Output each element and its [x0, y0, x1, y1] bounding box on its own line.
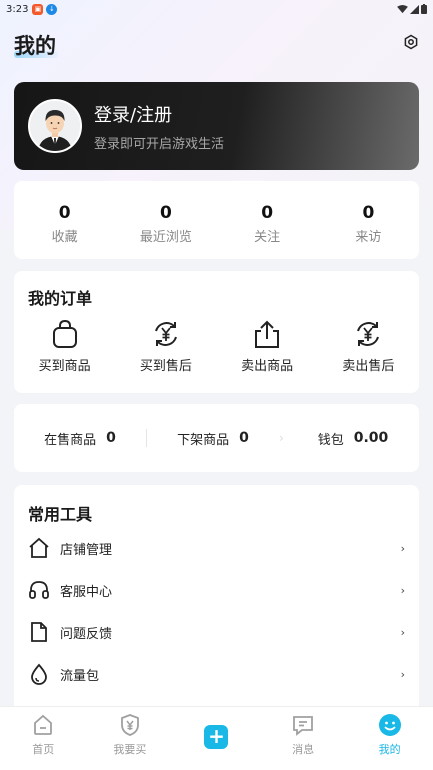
document-icon: [31, 622, 47, 642]
stat-label: 来访: [355, 230, 382, 245]
stat-value: 0: [159, 203, 172, 223]
tool-store-management[interactable]: 店铺管理 ›: [28, 533, 405, 563]
order-sold-aftersale[interactable]: 卖出售后: [318, 319, 419, 374]
on-sale-label: 在售商品: [44, 432, 97, 448]
off-shelf-label: 下架商品: [177, 432, 230, 448]
tab-label: 首页: [32, 743, 55, 756]
message-icon: [293, 716, 313, 736]
wallet-amount: 0.00: [353, 430, 389, 446]
stat-value: 0: [58, 203, 71, 223]
stat-label: 最近浏览: [139, 230, 192, 245]
order-label: 买到商品: [38, 359, 91, 374]
bottom-tab-bar: 首页 我要买 + 消息 我的: [0, 706, 433, 770]
app-notification-icon: ▣: [32, 3, 44, 15]
login-title[interactable]: 登录/注册: [94, 101, 224, 127]
chevron-right-icon: ›: [400, 625, 405, 639]
avatar[interactable]: [28, 99, 82, 153]
login-card[interactable]: 登录/注册 登录即可开启游戏生活: [14, 82, 419, 170]
order-bought-items[interactable]: 买到商品: [14, 319, 115, 374]
orders-card: 我的订单 买到商品 买到售后 卖出商品 卖出售后: [14, 271, 419, 393]
tab-label: 我的: [378, 743, 401, 756]
tab-publish[interactable]: +: [173, 707, 260, 770]
off-shelf-count: 0: [239, 430, 249, 446]
chevron-right-icon: ›: [400, 583, 405, 597]
headset-icon: [29, 581, 49, 599]
settings-icon[interactable]: [403, 34, 419, 50]
download-notification-icon: ↓: [46, 3, 58, 15]
status-bar: 3:23 ▣ ↓: [0, 0, 433, 18]
on-sale-count: 0: [106, 430, 116, 446]
upload-icon: [255, 320, 280, 348]
page-title: 我的: [14, 34, 56, 58]
yuan-refresh-icon: [154, 322, 177, 346]
stat-value: 0: [362, 203, 375, 223]
tool-label: 流量包: [60, 668, 100, 684]
tools-card: 常用工具 店铺管理 › 客服中心 › 问题反馈 › 流量包 ›: [14, 485, 419, 715]
page-header: 我的: [14, 30, 58, 60]
yuan-refresh-icon: [357, 322, 380, 346]
order-label: 买到售后: [139, 359, 192, 374]
stat-label: 关注: [254, 230, 281, 245]
off-shelf-items[interactable]: 下架商品 0: [147, 429, 279, 448]
stat-favorites[interactable]: 0 收藏: [14, 181, 115, 259]
on-sale-items[interactable]: 在售商品 0: [14, 429, 146, 448]
signal-icon: [410, 4, 419, 14]
order-label: 卖出商品: [241, 359, 294, 374]
stats-card: 0 收藏 0 最近浏览 0 关注 0 来访: [14, 181, 419, 259]
tab-label: 我要买: [113, 743, 147, 756]
battery-icon: [421, 4, 427, 14]
tool-label: 问题反馈: [60, 626, 113, 642]
add-icon: +: [204, 725, 229, 749]
wallet-card: 在售商品 0 下架商品 0 › 钱包 0.00: [14, 404, 419, 472]
house-icon: [29, 537, 49, 558]
shopping-bag-icon: [52, 319, 77, 348]
orders-title: 我的订单: [28, 289, 93, 308]
stat-recent-views[interactable]: 0 最近浏览: [115, 181, 216, 259]
tab-buy[interactable]: 我要买: [87, 707, 174, 770]
order-sold-items[interactable]: 卖出商品: [217, 319, 318, 374]
chevron-right-icon: ›: [400, 667, 405, 681]
chevron-right-icon: ›: [400, 541, 405, 555]
order-label: 卖出售后: [342, 359, 395, 374]
stat-visitors[interactable]: 0 来访: [318, 181, 419, 259]
tab-mine[interactable]: 我的: [346, 707, 433, 770]
tab-messages[interactable]: 消息: [260, 707, 347, 770]
tool-feedback[interactable]: 问题反馈 ›: [28, 617, 405, 647]
tool-label: 店铺管理: [60, 542, 113, 558]
wifi-icon: [397, 4, 408, 13]
tool-label: 客服中心: [60, 584, 113, 600]
status-indicators: [397, 4, 427, 14]
tab-label: 消息: [292, 743, 315, 756]
avatar-illustration: [30, 101, 80, 151]
tools-title: 常用工具: [28, 505, 93, 524]
stat-value: 0: [261, 203, 274, 223]
login-text: 登录/注册 登录即可开启游戏生活: [94, 101, 224, 152]
wallet-label: 钱包: [317, 432, 344, 448]
stat-following[interactable]: 0 关注: [217, 181, 318, 259]
stat-label: 收藏: [51, 230, 78, 245]
wallet-balance[interactable]: 钱包 0.00: [287, 429, 419, 448]
chevron-right-icon: ›: [279, 431, 284, 445]
login-subtitle: 登录即可开启游戏生活: [94, 136, 225, 152]
droplet-icon: [31, 663, 47, 685]
smiley-icon: [378, 714, 401, 736]
order-row: 买到商品 买到售后 卖出商品 卖出售后: [14, 319, 419, 374]
tool-customer-service[interactable]: 客服中心 ›: [28, 575, 405, 605]
order-bought-aftersale[interactable]: 买到售后: [115, 319, 216, 374]
yuan-shield-icon: [120, 714, 139, 736]
home-icon: [34, 714, 53, 735]
tab-home[interactable]: 首页: [0, 707, 87, 770]
status-time: 3:23: [6, 3, 29, 15]
tool-data-package[interactable]: 流量包 ›: [28, 659, 405, 689]
